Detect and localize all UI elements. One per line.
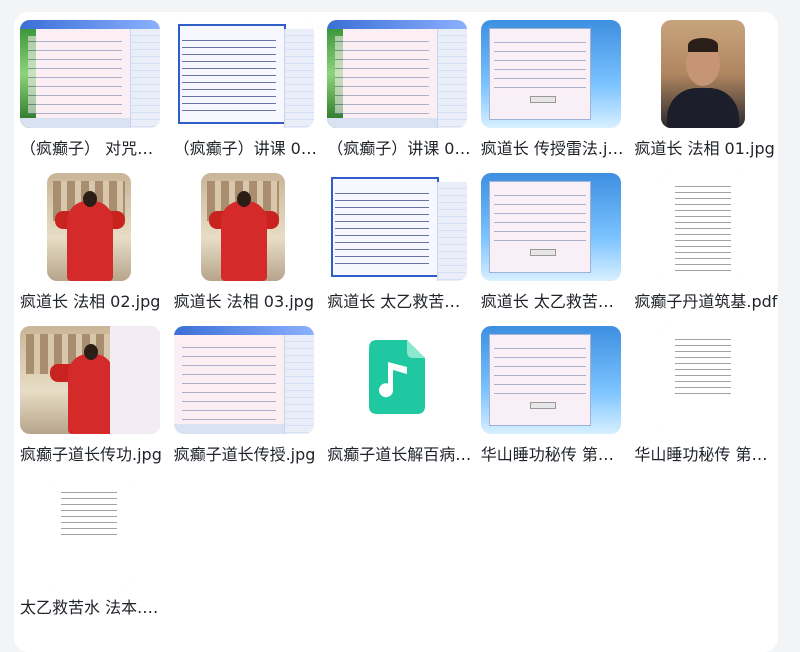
file-name: 疯道长 传授雷法.jpg [480,139,627,158]
file-tile[interactable]: 疯道长 传授雷法.jpg [480,18,635,171]
photo-thumbnail [47,173,131,281]
photo-thumbnail [200,173,285,281]
document-thumbnail [47,479,131,587]
image-thumbnail [480,173,621,281]
document-thumbnail [661,326,746,434]
file-name: （疯癫子）讲课 01.jpg [173,139,320,158]
file-tile[interactable]: 华山睡功秘传 第二部.pdf [634,324,788,477]
image-thumbnail [480,20,621,128]
file-tile[interactable]: （疯癫子） 对咒语的讲解与传授.jpg [20,18,174,171]
photo-thumbnail [661,20,746,128]
file-tile[interactable]: 疯癫子道长解百病.mp3 [327,324,481,477]
image-thumbnail [173,326,314,434]
file-name: 疯癫子道长解百病.mp3 [327,445,473,464]
image-thumbnail [173,20,314,128]
file-tile[interactable]: 疯道长 太乙救苦天尊.jpg [327,171,481,324]
file-tile[interactable]: 疯癫子道长传授.jpg [173,324,328,477]
image-thumbnail [20,20,160,128]
photo-thumbnail [20,326,160,434]
file-name: 疯道长 太乙救苦天尊.jpg [327,292,473,311]
file-grid-panel: （疯癫子） 对咒语的讲解与传授.jpg （疯癫子）讲课 01.jpg （疯癫子）… [14,12,780,652]
file-name: 华山睡功秘传 第二部.pdf [634,445,781,464]
file-name: 疯癫子道长传功.jpg [20,445,162,464]
file-name: （疯癫子） 对咒语的讲解与传授.jpg [20,139,166,158]
file-tile[interactable]: 疯癫子道长传功.jpg [20,324,174,477]
file-name: 华山睡功秘传 第一部.jpg [480,445,627,464]
file-tile[interactable]: （疯癫子）讲课 01.jpg [173,18,328,171]
audio-thumbnail [327,326,467,434]
file-tile[interactable]: （疯癫子）讲课 02.jpg [327,18,481,171]
document-thumbnail [661,173,746,281]
file-tile[interactable]: 疯癫子丹道筑基.pdf [634,171,788,324]
file-name: 疯道长 法相 03.jpg [173,292,314,311]
file-name: 疯道长 法相 01.jpg [634,139,775,158]
file-tile[interactable]: 疯道长 法相 01.jpg [634,18,788,171]
file-tile[interactable]: 疯道长 法相 03.jpg [174,171,328,324]
image-thumbnail [327,20,468,128]
file-name: （疯癫子）讲课 02.jpg [327,139,473,158]
file-name: 太乙救苦水 法本.pdf [20,598,166,617]
file-tile[interactable]: 疯道长 法相 02.jpg [20,171,174,324]
file-tile[interactable]: 华山睡功秘传 第一部.jpg [480,324,635,477]
file-name: 疯癫子丹道筑基.pdf [634,292,778,311]
file-grid: （疯癫子） 对咒语的讲解与传授.jpg （疯癫子）讲课 01.jpg （疯癫子）… [20,18,788,630]
file-name: 疯道长 太乙救苦水法.jpg [480,292,627,311]
file-name: 疯道长 法相 02.jpg [20,292,161,311]
file-tile[interactable]: 太乙救苦水 法本.pdf [20,477,174,630]
audio-file-icon [369,340,426,414]
file-tile[interactable]: 疯道长 太乙救苦水法.jpg [480,171,635,324]
image-thumbnail [327,173,468,281]
image-thumbnail [480,326,621,434]
file-name: 疯癫子道长传授.jpg [173,445,316,464]
